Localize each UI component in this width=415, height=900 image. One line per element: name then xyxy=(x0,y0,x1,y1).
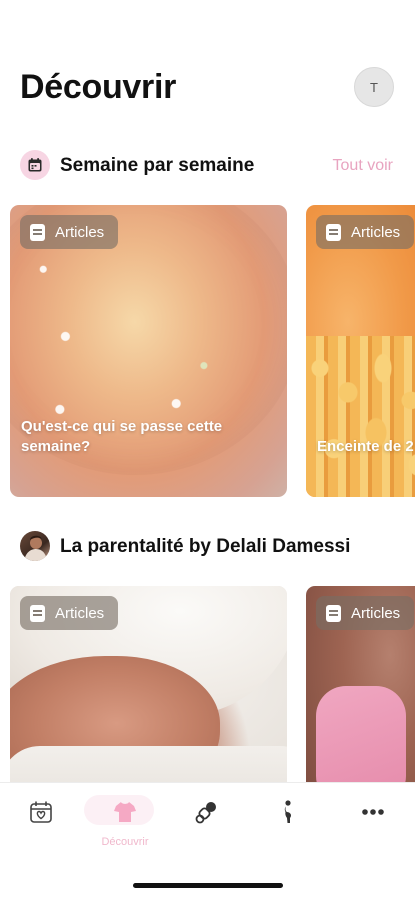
tab-baby[interactable] xyxy=(172,799,242,855)
badge-label: Articles xyxy=(55,223,105,241)
week-by-week-carousel[interactable]: Articles Qu'est-ce qui se passe cette se… xyxy=(0,205,415,497)
article-card[interactable]: Articles xyxy=(306,586,415,784)
tab-calendar[interactable] xyxy=(6,799,76,855)
document-icon xyxy=(326,604,341,622)
parenting-carousel[interactable]: Articles Articles xyxy=(0,586,415,784)
section-parenting-header: La parentalité by Delali Damessi xyxy=(0,526,415,566)
section-title: Semaine par semaine xyxy=(60,155,255,176)
avatar-initial: T xyxy=(370,79,378,95)
badge-label: Articles xyxy=(55,604,105,622)
articles-badge: Articles xyxy=(20,215,119,249)
tab-pregnancy[interactable] xyxy=(254,799,324,855)
document-icon xyxy=(30,223,45,241)
tab-bar: Découvrir xyxy=(0,782,415,900)
card-caption: Enceinte de 2 xyxy=(317,438,414,455)
header: Découvrir T xyxy=(0,0,415,130)
article-card[interactable]: Articles Qu'est-ce qui se passe cette se… xyxy=(10,205,287,497)
section-week-by-week-header: Semaine par semaine Tout voir xyxy=(0,145,415,185)
tab-discover[interactable]: Découvrir xyxy=(84,795,160,855)
calendar-icon xyxy=(20,150,50,180)
card-caption: Qu'est-ce qui se passe cette semaine? xyxy=(21,418,223,455)
articles-badge: Articles xyxy=(316,596,415,630)
article-card[interactable]: Articles xyxy=(10,586,287,784)
author-avatar xyxy=(20,531,50,561)
home-indicator xyxy=(133,883,283,888)
articles-badge: Articles xyxy=(20,596,119,630)
article-card[interactable]: Articles Enceinte de 2 xyxy=(306,205,415,497)
pacifier-icon xyxy=(194,799,220,830)
page-title: Découvrir xyxy=(20,68,177,106)
tab-label: Découvrir xyxy=(101,836,149,848)
calendar-heart-icon xyxy=(28,799,54,830)
more-icon xyxy=(360,799,386,830)
pregnant-silhouette-icon xyxy=(276,799,302,830)
profile-avatar[interactable]: T xyxy=(354,67,394,107)
badge-label: Articles xyxy=(351,604,401,622)
see-all-link[interactable]: Tout voir xyxy=(333,157,393,175)
section-title: La parentalité by Delali Damessi xyxy=(60,536,351,557)
tab-more[interactable] xyxy=(338,799,408,855)
document-icon xyxy=(326,223,341,241)
baby-clothes-icon xyxy=(112,799,138,830)
document-icon xyxy=(30,604,45,622)
articles-badge: Articles xyxy=(316,215,415,249)
badge-label: Articles xyxy=(351,223,401,241)
